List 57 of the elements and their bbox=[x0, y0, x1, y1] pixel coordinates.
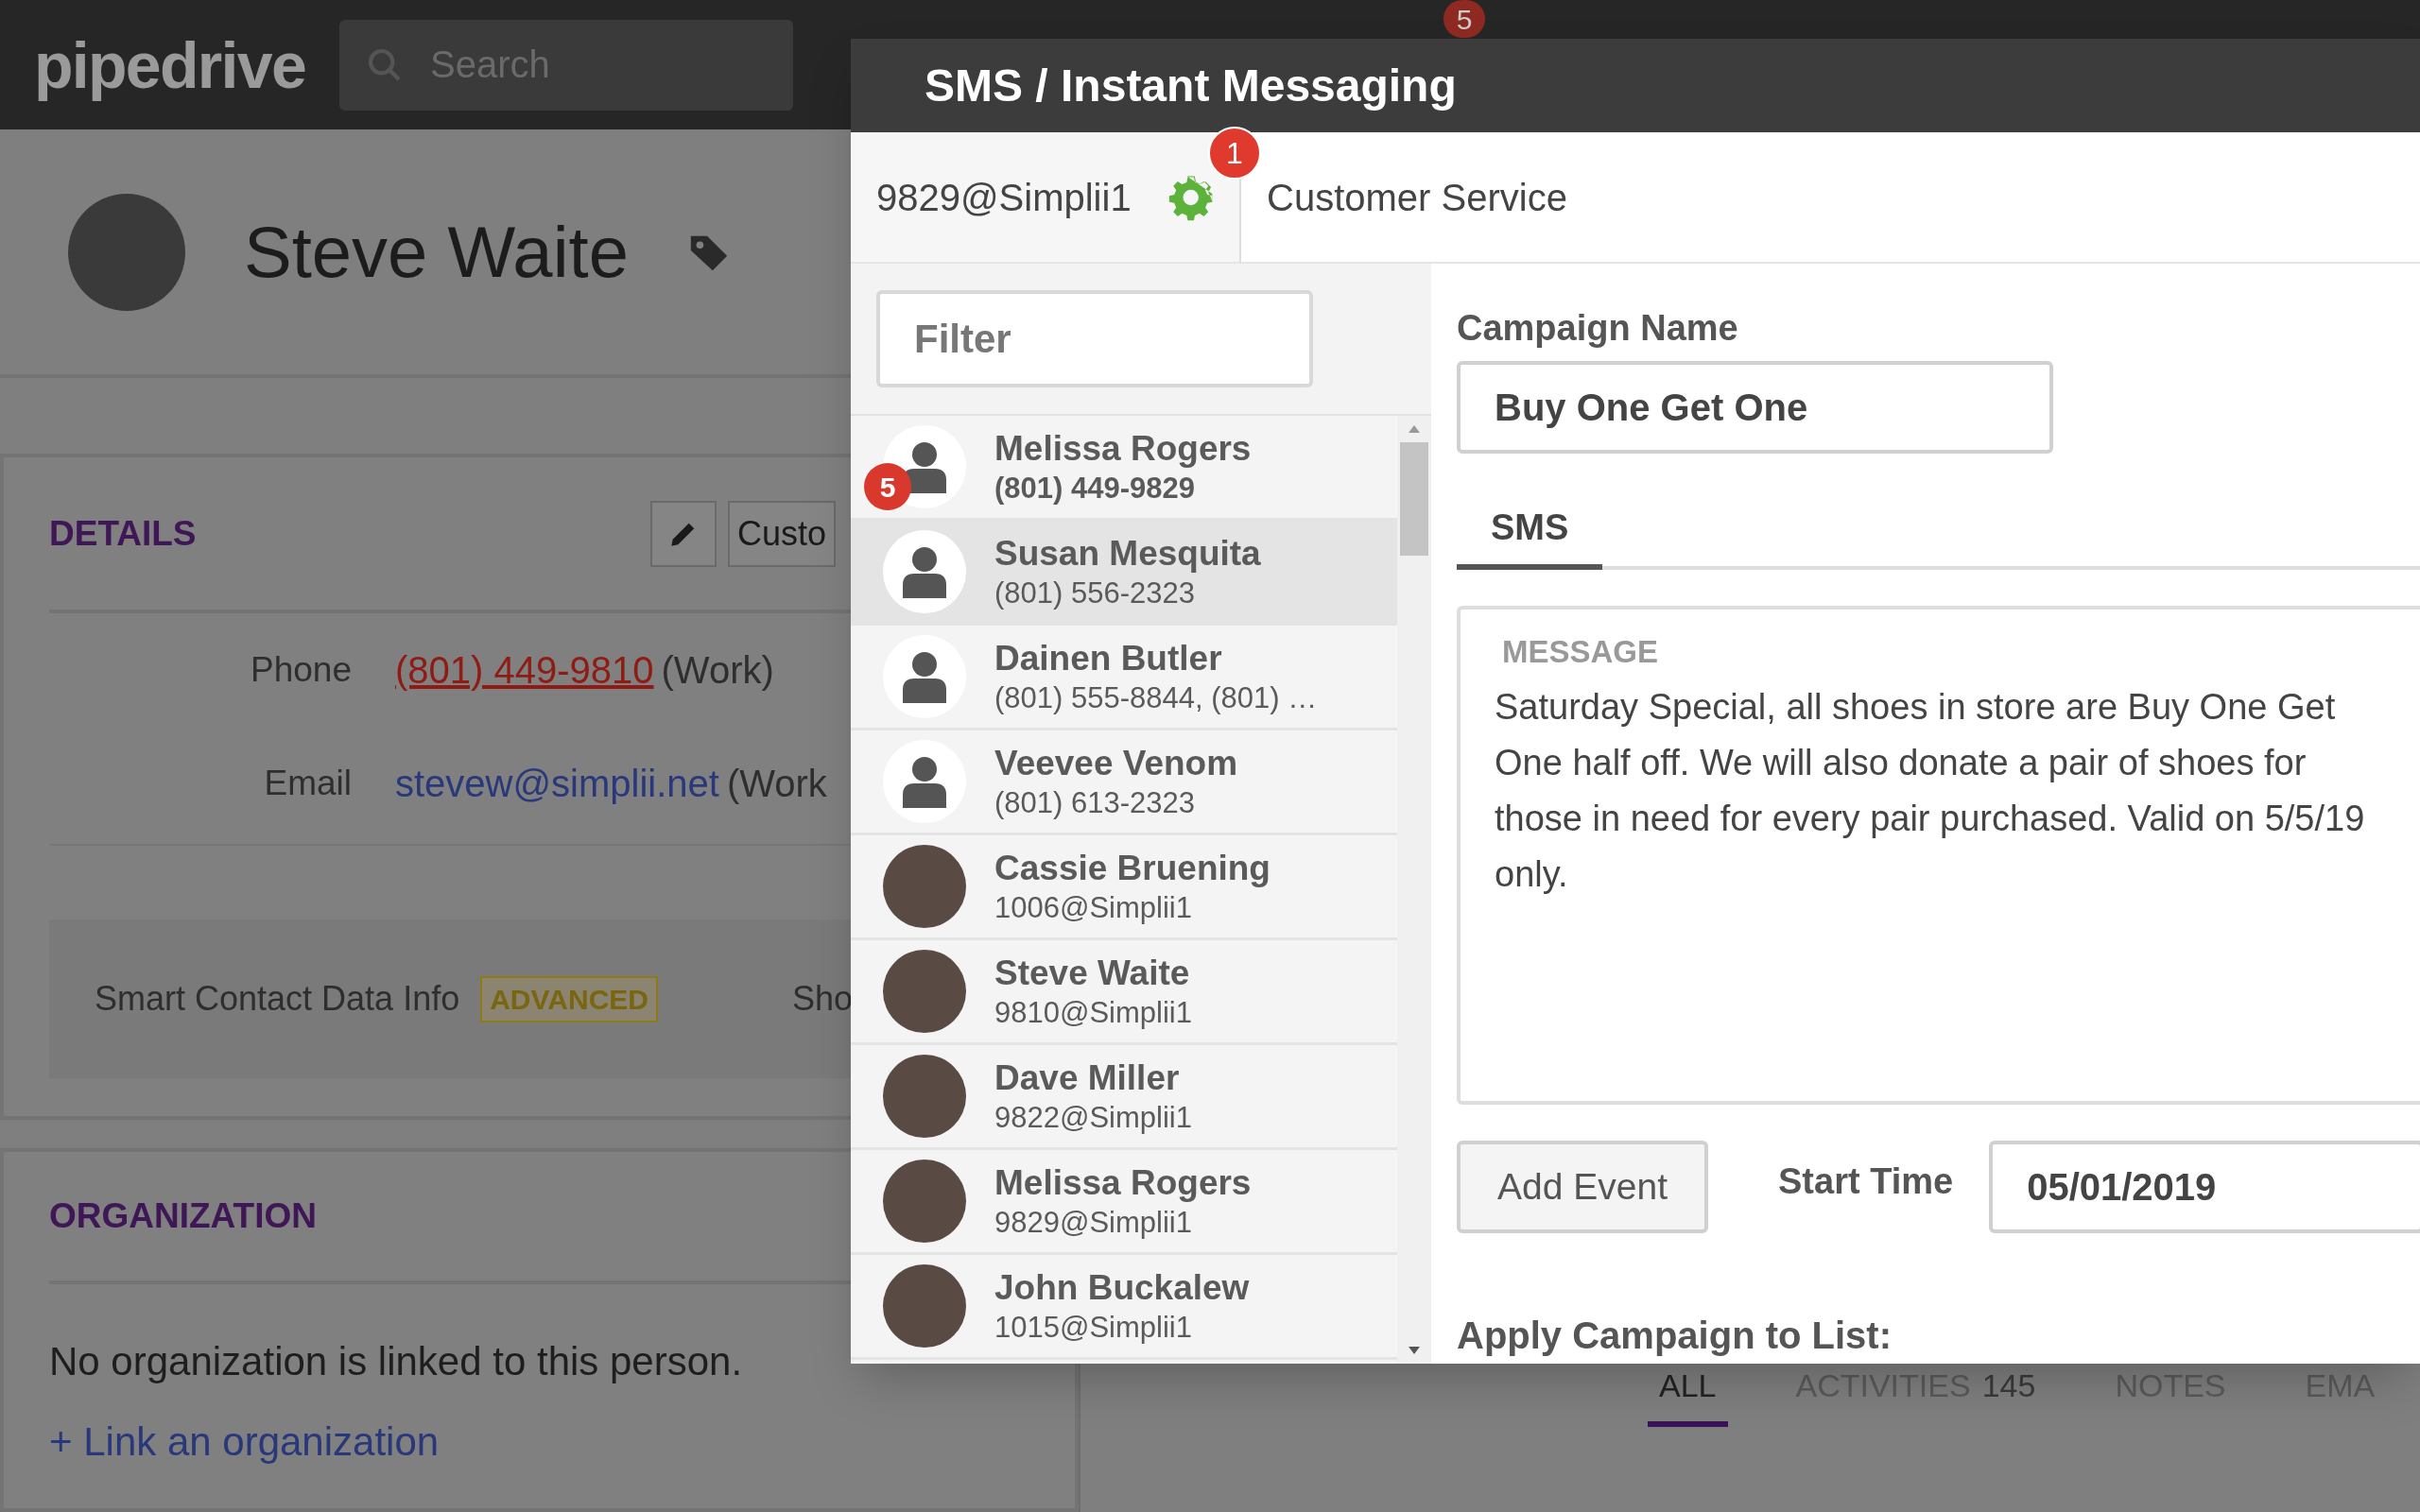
contact-detail: 9810@Simplii1 bbox=[994, 994, 1192, 1031]
scroll-down-icon[interactable] bbox=[1407, 1345, 1422, 1356]
notification-badge: 5 bbox=[1443, 0, 1485, 38]
contact-detail: (801) 555-8844, (801) … bbox=[994, 679, 1318, 716]
logo: pipedrive bbox=[34, 27, 305, 103]
queue-tab[interactable]: Customer Service bbox=[1267, 168, 1567, 226]
contact-name: John Buckalew bbox=[994, 1266, 1250, 1309]
person-icon bbox=[901, 545, 948, 598]
contact-name: Cassie Bruening bbox=[994, 847, 1270, 889]
person-icon bbox=[901, 755, 948, 808]
person-icon bbox=[901, 650, 948, 703]
contact-row[interactable]: Susan Mesquita (801) 556-2323 bbox=[851, 521, 1397, 626]
start-time-label: Start Time bbox=[1778, 1160, 1954, 1203]
contact-detail: 1015@Simplii1 bbox=[994, 1309, 1193, 1346]
gear-icon[interactable] bbox=[1167, 173, 1214, 221]
smart-contact-label: Smart Contact Data Info bbox=[95, 978, 460, 1020]
contact-name: Melissa Rogers bbox=[994, 427, 1252, 470]
field-label: Phone bbox=[250, 649, 352, 692]
contact-detail: (801) 556-2323 bbox=[994, 575, 1196, 611]
field-label: Email bbox=[263, 763, 352, 805]
scroll-up-icon[interactable] bbox=[1407, 423, 1422, 435]
scrollbar-thumb[interactable] bbox=[1400, 442, 1428, 556]
account-label: 9829@Simplii1 bbox=[876, 175, 1132, 220]
edit-button[interactable] bbox=[650, 500, 717, 567]
campaign-name-label: Campaign Name bbox=[1457, 307, 1739, 350]
contact-detail: (801) 449-9829 bbox=[994, 470, 1196, 507]
notification-badge: 1 bbox=[1208, 127, 1261, 180]
contact-detail: 9822@Simplii1 bbox=[994, 1099, 1192, 1136]
contact-name: Dainen Butler bbox=[994, 637, 1223, 679]
message-label: MESSAGE bbox=[1502, 633, 1660, 671]
contact-detail: 1006@Simplii1 bbox=[994, 889, 1193, 926]
customize-button[interactable]: Custo bbox=[728, 500, 837, 567]
person-name: Steve Waite bbox=[244, 210, 629, 294]
campaign-name-field[interactable]: Buy One Get One bbox=[1457, 361, 2053, 454]
filter-field[interactable]: Filter bbox=[876, 290, 1313, 387]
start-time-field[interactable]: 05/01/2019 bbox=[1989, 1141, 2420, 1233]
field-note: (Work) bbox=[661, 648, 774, 693]
section-title: DETAILS bbox=[49, 512, 198, 555]
section-title: ORGANIZATION bbox=[49, 1195, 317, 1238]
field-note: (Work bbox=[726, 762, 827, 806]
message-tab[interactable]: SMS bbox=[1457, 501, 1603, 570]
contact-detail: (801) 613-2323 bbox=[994, 784, 1196, 821]
contact-name: Dave Miller bbox=[994, 1057, 1181, 1099]
contact-name: Steve Waite bbox=[994, 952, 1191, 994]
dialog-title: SMS / Instant Messaging bbox=[925, 59, 1457, 112]
contact-detail: 9829@Simplii1 bbox=[994, 1204, 1193, 1241]
empty-message: No organization is linked to this person. bbox=[49, 1338, 744, 1385]
message-box[interactable]: MESSAGE Saturday Special, all shoes in store are Buy One Get One half off. We will also donate a pair of shoes for those in need for every pair purchased. Valid on 5/5/19 only. bbox=[1457, 606, 2420, 1105]
contact-name: Susan Mesquita bbox=[994, 532, 1261, 575]
show-link[interactable]: Sho bbox=[792, 973, 854, 1024]
contact-name: Veevee Venom bbox=[994, 742, 1238, 784]
message-text: Saturday Special, all shoes in store are Buy One Get One half off. We will also donate a pair of shoes for those in need for every pair purchased. Valid on 5/5/19 only. bbox=[1495, 685, 2366, 896]
contact-name: Melissa Rogers bbox=[994, 1161, 1252, 1204]
add-event-button[interactable]: Add Event bbox=[1457, 1141, 1708, 1233]
unread-badge: 5 bbox=[864, 463, 911, 510]
advanced-badge: ADVANCED bbox=[480, 975, 658, 1022]
apply-campaign-label: Apply Campaign to List: bbox=[1457, 1314, 1893, 1358]
